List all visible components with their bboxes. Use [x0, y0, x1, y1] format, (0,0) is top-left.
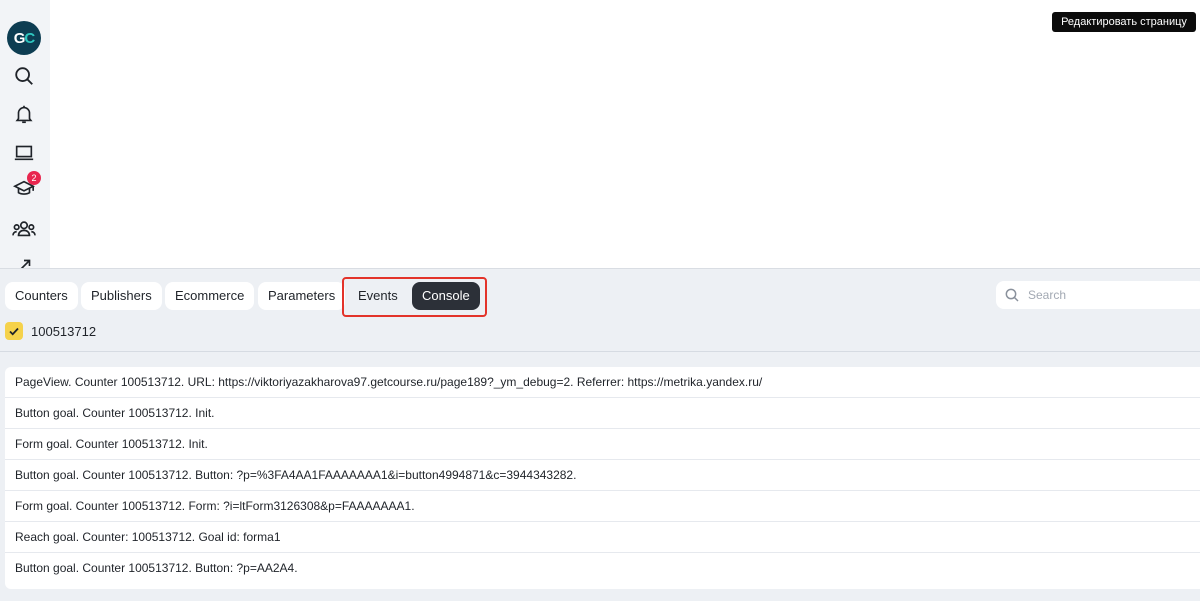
console-log: PageView. Counter 100513712. URL: https:… — [5, 367, 1200, 589]
logo-letter-c: C — [24, 29, 35, 47]
search-box[interactable] — [996, 281, 1200, 309]
tab-parameters[interactable]: Parameters — [258, 282, 346, 310]
counter-id-label: 100513712 — [31, 323, 97, 339]
log-entry: Reach goal. Counter: 100513712. Goal id:… — [5, 522, 1200, 553]
search-icon — [1004, 287, 1020, 308]
log-entry: Button goal. Counter 100513712. Button: … — [15, 561, 298, 575]
log-entry: Button goal. Counter 100513712. Button: … — [5, 460, 1200, 491]
getcourse-logo[interactable]: GC — [7, 21, 41, 55]
sidebar: GC 2 — [0, 0, 50, 268]
laptop-icon[interactable] — [10, 138, 38, 166]
search-icon[interactable] — [10, 62, 38, 90]
tab-ecommerce[interactable]: Ecommerce — [165, 282, 255, 310]
checkmark-icon — [9, 327, 19, 336]
tab-publishers[interactable]: Publishers — [81, 282, 162, 310]
bell-icon[interactable] — [10, 100, 38, 128]
search-input[interactable] — [1028, 286, 1188, 304]
chart-icon[interactable] — [10, 252, 38, 268]
log-entry: Form goal. Counter 100513712. Init. — [5, 429, 1200, 460]
users-icon[interactable] — [10, 215, 38, 243]
counter-filter: 100513712 — [5, 321, 96, 341]
edit-page-button[interactable]: Редактировать страницу — [1052, 12, 1196, 32]
logo-letter-g: G — [13, 29, 26, 47]
divider — [0, 351, 1200, 352]
tab-counters[interactable]: Counters — [5, 282, 78, 310]
log-entry: Button goal. Counter 100513712. Init. — [5, 398, 1200, 429]
log-entry: Form goal. Counter 100513712. Form: ?i=l… — [5, 491, 1200, 522]
notification-badge: 2 — [27, 171, 41, 185]
tabs-highlight-box — [342, 277, 487, 317]
metrika-debug-panel: Counters Publishers Ecommerce Parameters… — [0, 268, 1200, 601]
log-entry: PageView. Counter 100513712. URL: https:… — [5, 367, 1200, 398]
counter-checkbox[interactable] — [5, 322, 23, 340]
